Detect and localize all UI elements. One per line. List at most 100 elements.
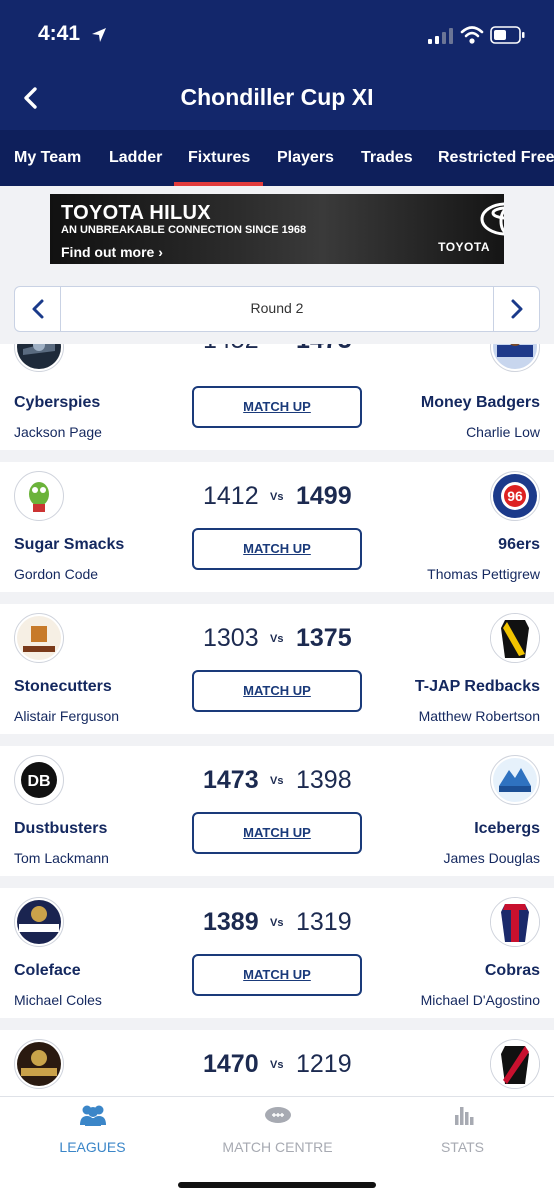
match-up-button[interactable]: MATCH UP [192, 670, 362, 712]
home-coach-name: Gordon Code [14, 566, 99, 582]
icebergs-logo-icon [490, 755, 540, 805]
cyberspies-logo-icon [14, 344, 64, 372]
home-coach-name: Michael Coles [14, 992, 102, 1008]
users-icon [80, 1105, 106, 1126]
vs-label: Vs [270, 491, 284, 503]
home-team-name: Coleface [14, 962, 81, 979]
away-team-name: 96ers [498, 536, 540, 553]
home-team-name: Stonecutters [14, 678, 112, 695]
page-title: Chondiller Cup XI [180, 84, 374, 110]
away-team-name: T-JAP Redbacks [414, 678, 540, 695]
active-tab-indicator [174, 182, 263, 186]
fixture-card: DB 1473 Vs 1398 Dustbusters Tom Lackmann… [0, 746, 554, 876]
tab-ladder[interactable]: Ladder [109, 130, 162, 186]
svg-text:96: 96 [507, 488, 523, 504]
fixtures-list: 1452 Vs 1473 Cyberspies Jackson Page MAT… [0, 344, 554, 1096]
cobras-guernsey-icon [490, 897, 540, 947]
redbacks-guernsey-icon [490, 613, 540, 663]
home-team-name: Dustbusters [14, 820, 108, 837]
chevron-right-icon [511, 299, 523, 319]
away-score: 1319 [296, 908, 352, 936]
tab-fixtures[interactable]: Fixtures [188, 130, 250, 186]
league-tabs: My Team Ladder Fixtures Players Trades R… [0, 130, 554, 186]
ad-find-out-more-link[interactable]: Find out more › [61, 244, 163, 260]
home-score: 1470 [203, 1050, 259, 1078]
nav-leagues-label: LEAGUES [59, 1139, 126, 1155]
fixture-card: 1389 Vs 1319 Coleface Michael Coles MATC… [0, 888, 554, 1018]
away-score: 1473 [296, 344, 352, 356]
location-arrow-icon [92, 28, 106, 42]
home-coach-name: Tom Lackmann [14, 850, 109, 866]
status-bar: 4:41 [0, 22, 554, 50]
fixture-card: 1303 Vs 1375 Stonecutters Alistair Fergu… [0, 604, 554, 734]
tab-trades[interactable]: Trades [361, 130, 413, 186]
ad-title: TOYOTA HILUX [61, 202, 211, 224]
vs-label: Vs [270, 917, 284, 929]
nav-match-centre[interactable]: MATCH CENTRE [185, 1097, 370, 1167]
away-score: 1499 [296, 482, 352, 510]
nav-stats-label: STATS [440, 1139, 485, 1155]
away-coach-name: Michael D'Agostino [420, 992, 540, 1008]
home-score: 1389 [203, 908, 259, 936]
ad-subtitle: AN UNBREAKABLE CONNECTION SINCE 1968 [61, 224, 307, 236]
match-up-button[interactable]: MATCH UP [192, 954, 362, 996]
top-bar: 4:41 Chondiller Cup XI [0, 0, 554, 130]
nav-stats[interactable]: STATS [370, 1097, 554, 1167]
fixture-card: 1452 Vs 1473 Cyberspies Jackson Page MAT… [0, 344, 554, 450]
vs-label: Vs [270, 1059, 284, 1071]
toyota-logo-icon [480, 202, 504, 236]
round-selector: Round 2 [14, 286, 540, 332]
nav-bar: Chondiller Cup XI [0, 70, 554, 126]
home-coach-name: Alistair Ferguson [14, 708, 120, 724]
away-coach-name: Charlie Low [466, 424, 540, 440]
sugar-smacks-logo-icon [14, 471, 64, 521]
sultans-logo-icon [14, 1039, 64, 1089]
home-team-name: Sugar Smacks [14, 536, 125, 553]
away-coach-name: James Douglas [443, 850, 541, 866]
home-score: 1452 [203, 344, 259, 356]
away-team-name: Money Badgers [420, 394, 540, 411]
home-indicator[interactable] [178, 1182, 376, 1188]
fixture-card: 1412 Vs 1499 96 Sugar Smacks Gordon Code… [0, 462, 554, 592]
tab-players[interactable]: Players [277, 130, 334, 186]
away-team-name: Icebergs [474, 820, 540, 837]
match-up-button[interactable]: MATCH UP [192, 528, 362, 570]
next-round-button[interactable] [493, 287, 539, 331]
home-coach-name: Jackson Page [14, 424, 102, 440]
previous-round-button[interactable] [15, 287, 61, 331]
away-coach-name: Matthew Robertson [418, 708, 540, 724]
chevron-left-icon [32, 299, 44, 319]
football-icon [265, 1107, 291, 1123]
vs-label: Vs [270, 633, 284, 645]
away-team-name: Cobras [484, 962, 540, 979]
svg-text:DB: DB [27, 773, 50, 790]
nav-match-centre-label: MATCH CENTRE [222, 1139, 333, 1155]
wifi-icon [460, 26, 484, 44]
bar-chart-icon [455, 1107, 474, 1125]
cellular-signal-icon [428, 28, 453, 44]
ad-brand: TOYOTA [438, 240, 490, 254]
away-score: 1375 [296, 624, 352, 652]
vs-label: Vs [270, 775, 284, 787]
ad-banner[interactable]: TOYOTA HILUX AN UNBREAKABLE CONNECTION S… [50, 194, 504, 264]
home-score: 1303 [203, 624, 259, 652]
guernsey-logo-icon [490, 1039, 540, 1089]
money-badgers-logo-icon [490, 344, 540, 372]
home-score: 1412 [203, 482, 259, 510]
dustbusters-logo-icon: DB [14, 755, 64, 805]
vs-label: Vs [270, 344, 283, 347]
battery-icon [490, 26, 525, 44]
away-coach-name: Thomas Pettigrew [427, 566, 540, 582]
nav-leagues[interactable]: LEAGUES [0, 1097, 185, 1167]
tab-my-team[interactable]: My Team [14, 130, 81, 186]
fixture-card: 1470 Vs 1219 [0, 1030, 554, 1096]
match-up-button[interactable]: MATCH UP [192, 386, 362, 428]
status-time: 4:41 [38, 22, 81, 45]
96ers-logo-icon: 96 [490, 471, 540, 521]
stonecutters-logo-icon [14, 613, 64, 663]
tab-restricted-free[interactable]: Restricted Free [438, 130, 554, 186]
match-up-button[interactable]: MATCH UP [192, 812, 362, 854]
round-label: Round 2 [250, 300, 304, 316]
home-team-name: Cyberspies [14, 394, 101, 411]
away-score: 1398 [296, 766, 352, 794]
